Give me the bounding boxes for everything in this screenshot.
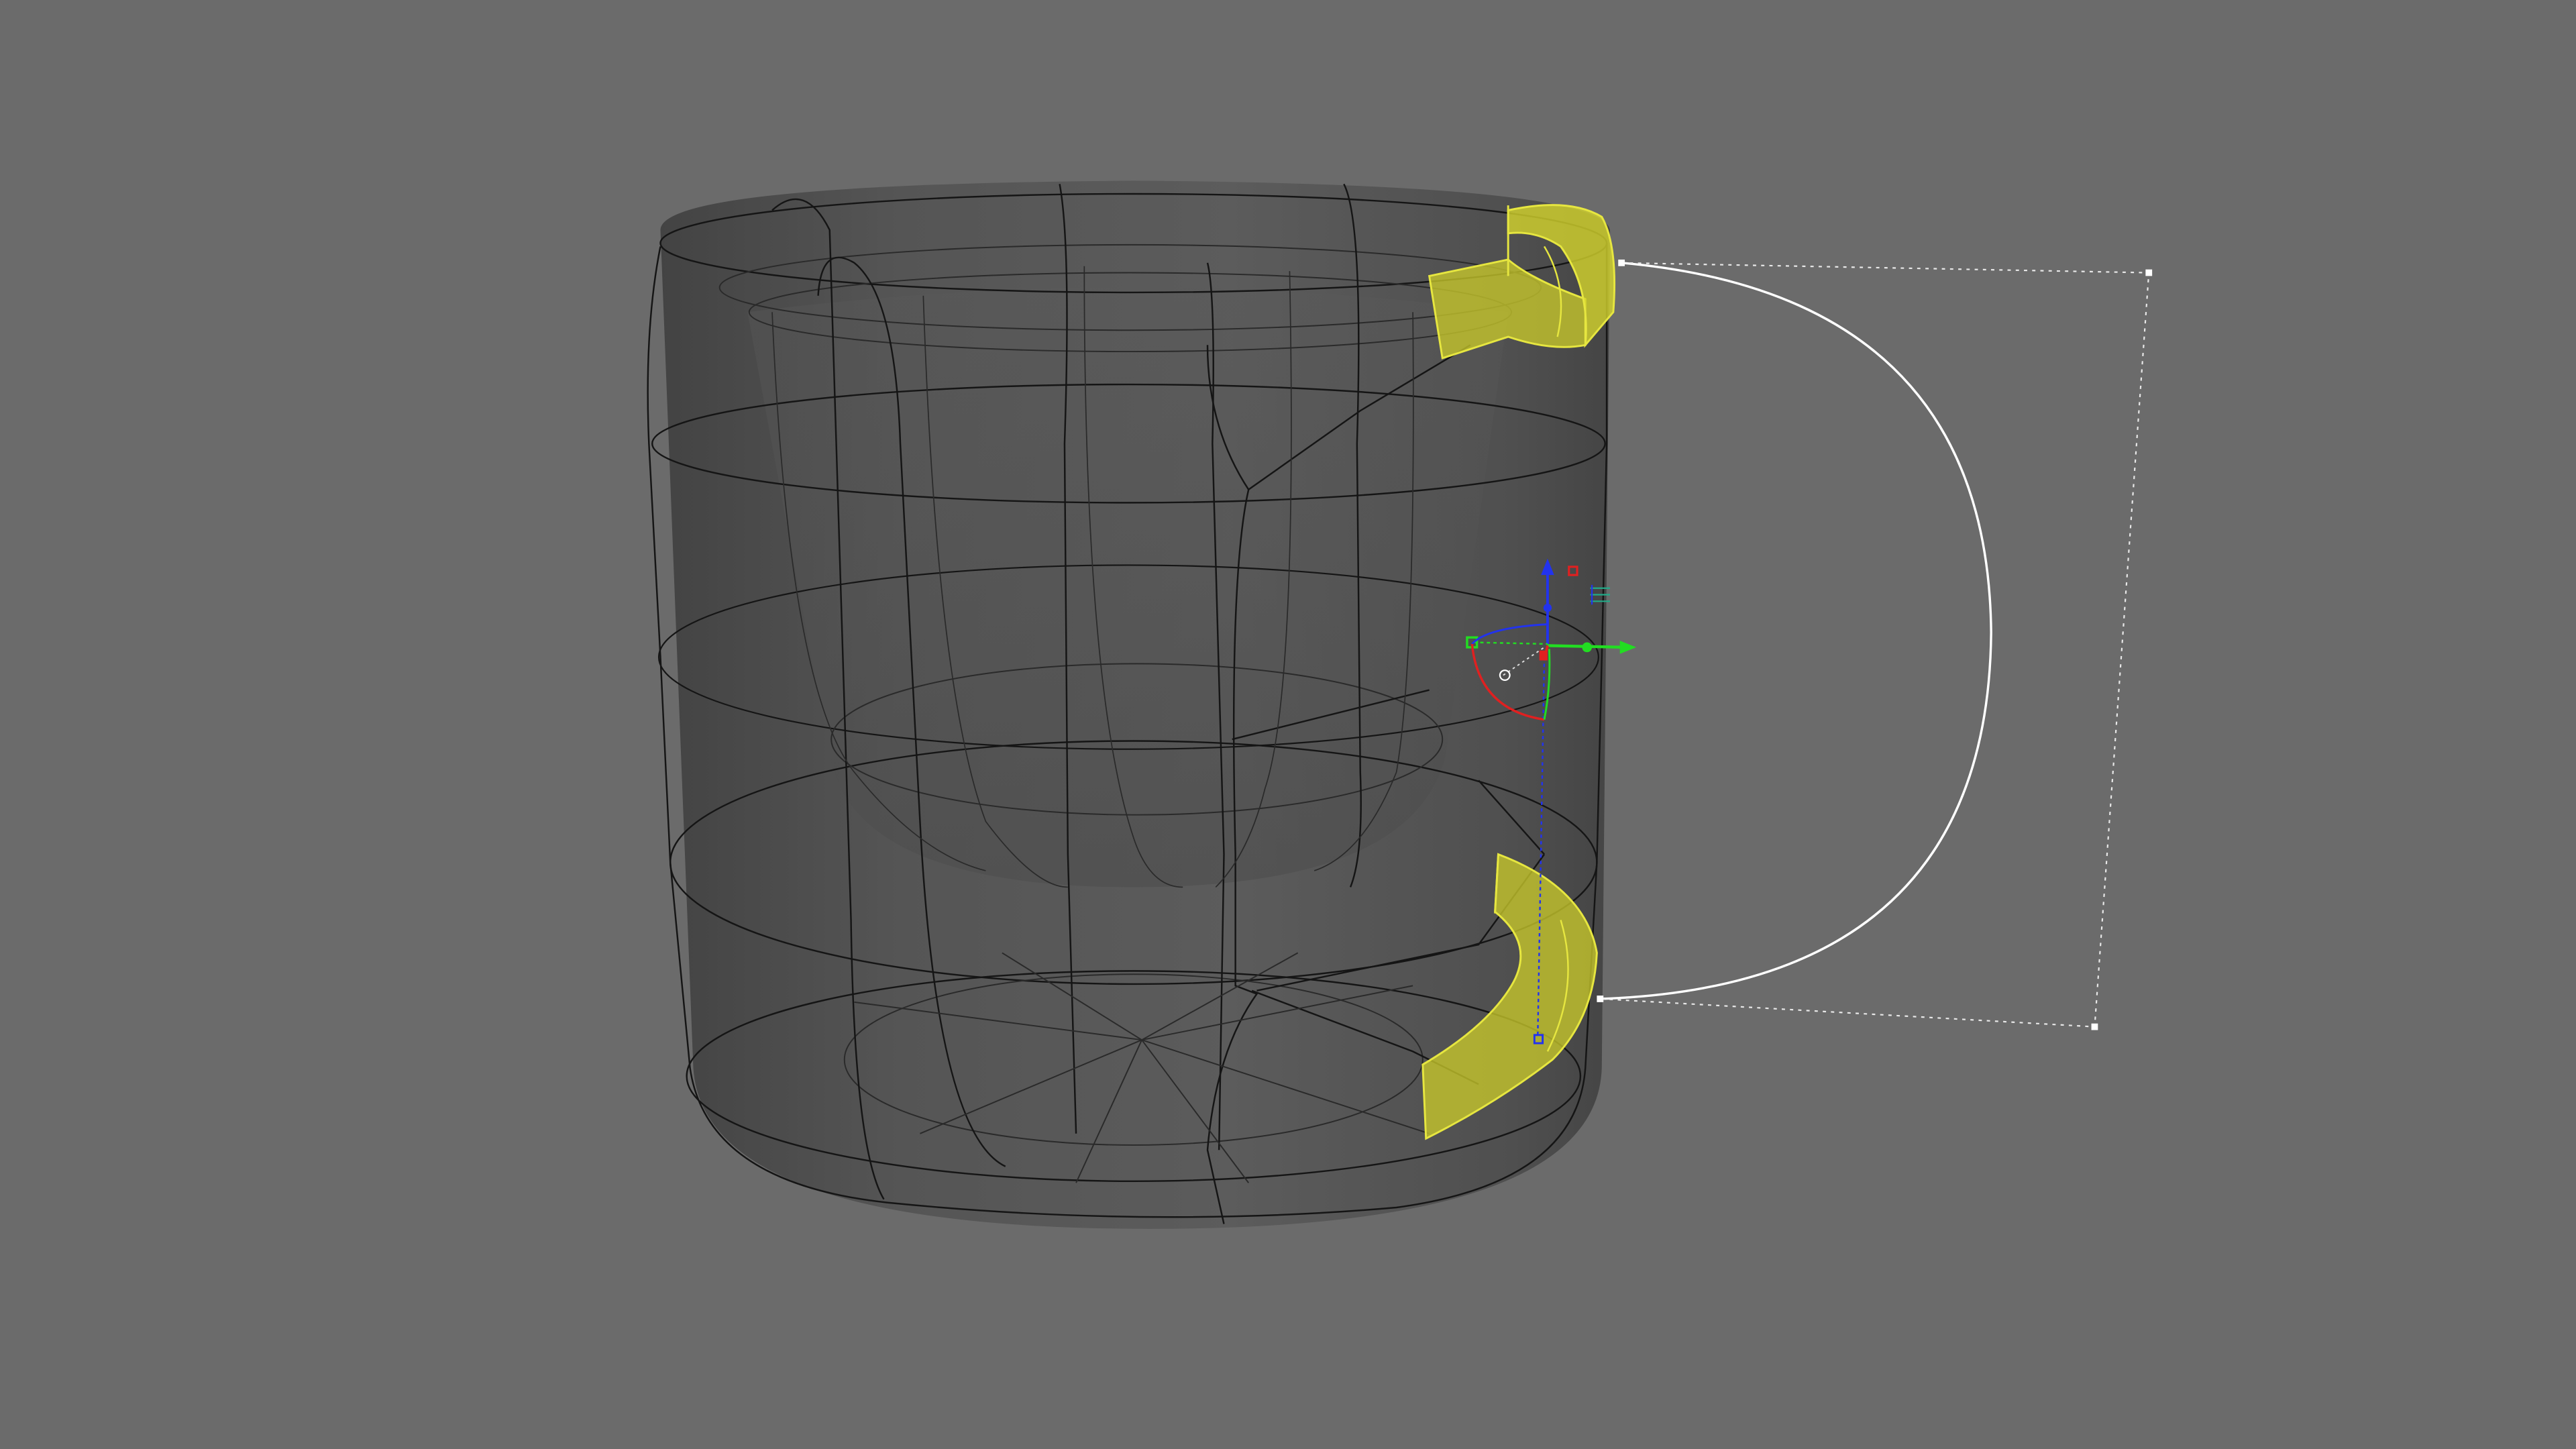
handle-profile-curve[interactable]	[1600, 262, 2150, 1028]
control-point-end	[1597, 996, 1604, 1002]
y-axis-arrow-icon	[1619, 641, 1637, 654]
control-point-bottom-right	[2091, 1023, 2098, 1030]
control-point-top-right	[2145, 269, 2153, 276]
3d-viewport[interactable]	[0, 0, 2576, 1449]
plane-handle-icon	[1590, 584, 1610, 605]
scene-canvas[interactable]	[0, 0, 2576, 1449]
control-point-start	[1618, 259, 1625, 266]
